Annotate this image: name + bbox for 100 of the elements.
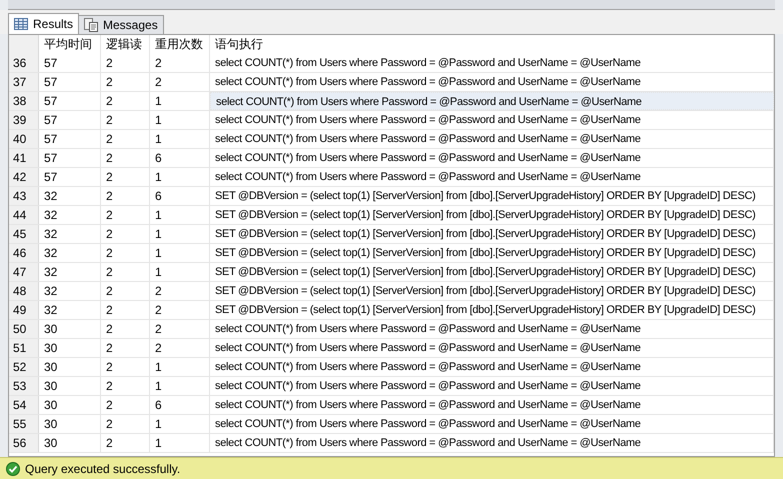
table-cell: 1 (150, 263, 210, 281)
table-cell: SET @DBVersion = (select top(1) [ServerVersion] from [dbo].[ServerUpgradeHistory] ORDER BY [UpgradeID] DESC) (210, 263, 774, 281)
table-cell: 2 (101, 320, 150, 338)
column-header[interactable]: 重用次数 (150, 35, 210, 54)
table-cell: 32 (39, 244, 101, 262)
table-cell: 2 (101, 377, 150, 395)
table-cell: 2 (150, 339, 210, 357)
table-cell: 57 (39, 111, 101, 129)
table-cell: 2 (101, 282, 150, 300)
table-cell: 57 (39, 168, 101, 186)
table-cell: 2 (101, 206, 150, 224)
table-cell: 2 (101, 301, 150, 319)
scroll-bar[interactable] (8, 0, 775, 10)
row-number: 40 (9, 130, 39, 148)
table-cell: 32 (39, 225, 101, 243)
table-cell: select COUNT(*) from Users where Password = @Password and UserName = @UserName (210, 415, 774, 433)
table-cell: 1 (150, 111, 210, 129)
tab[interactable]: Messages (79, 15, 164, 34)
table-cell: select COUNT(*) from Users where Password = @Password and UserName = @UserName (210, 396, 774, 414)
table-cell: 6 (150, 396, 210, 414)
tab[interactable]: Results (8, 13, 80, 34)
document-icon (84, 18, 98, 32)
table-cell: 1 (150, 434, 210, 452)
table-cell: 30 (39, 377, 101, 395)
table-cell: 2 (150, 73, 210, 91)
table-cell: 2 (101, 149, 150, 167)
table-cell: 1 (150, 358, 210, 376)
table-cell: 30 (39, 320, 101, 338)
table-cell: 1 (150, 225, 210, 243)
table-cell: 1 (150, 168, 210, 186)
table-cell: select COUNT(*) from Users where Password = @Password and UserName = @UserName (210, 358, 774, 376)
table-cell: select COUNT(*) from Users where Password = @Password and UserName = @UserName (210, 130, 774, 148)
table-cell: 32 (39, 187, 101, 205)
table-cell: 30 (39, 434, 101, 452)
table-cell: select COUNT(*) from Users where Password = @Password and UserName = @UserName (210, 73, 774, 91)
row-number: 53 (9, 377, 39, 395)
table-cell: SET @DBVersion = (select top(1) [ServerVersion] from [dbo].[ServerUpgradeHistory] ORDER BY [UpgradeID] DESC) (210, 301, 774, 319)
table-cell: 32 (39, 282, 101, 300)
table-cell: 2 (101, 339, 150, 357)
grid-icon (14, 18, 28, 30)
table-cell: 2 (101, 73, 150, 91)
table-cell: 6 (150, 187, 210, 205)
column-header[interactable]: 平均时间 (39, 35, 101, 54)
table-cell: 57 (39, 54, 101, 72)
table-cell: 2 (101, 92, 150, 110)
table-cell: SET @DBVersion = (select top(1) [ServerVersion] from [dbo].[ServerUpgradeHistory] ORDER BY [UpgradeID] DESC) (210, 225, 774, 243)
table-cell: select COUNT(*) from Users where Password = @Password and UserName = @UserName (210, 434, 774, 452)
table-cell: select COUNT(*) from Users where Password = @Password and UserName = @UserName (210, 377, 774, 395)
column-header[interactable]: 语句执行 (210, 35, 774, 54)
row-number: 56 (9, 434, 39, 452)
status-text: Query executed successfully. (25, 460, 180, 478)
table-cell: select COUNT(*) from Users where Password = @Password and UserName = @UserName (210, 168, 774, 186)
row-number: 36 (9, 54, 39, 72)
table-cell: 1 (150, 206, 210, 224)
row-number: 49 (9, 301, 39, 319)
table-cell: 57 (39, 73, 101, 91)
table-cell: 6 (150, 149, 210, 167)
table-cell: SET @DBVersion = (select top(1) [ServerVersion] from [dbo].[ServerUpgradeHistory] ORDER BY [UpgradeID] DESC) (210, 282, 774, 300)
row-number: 37 (9, 73, 39, 91)
table-cell: 2 (101, 396, 150, 414)
row-number: 48 (9, 282, 39, 300)
row-number: 50 (9, 320, 39, 338)
table-cell: 2 (101, 263, 150, 281)
table-cell: 2 (150, 282, 210, 300)
table-cell: 2 (101, 225, 150, 243)
table-cell: 30 (39, 358, 101, 376)
table-cell: 2 (101, 415, 150, 433)
row-number: 54 (9, 396, 39, 414)
table-cell: 2 (101, 168, 150, 186)
row-number: 39 (9, 111, 39, 129)
table-cell: SET @DBVersion = (select top(1) [ServerVersion] from [dbo].[ServerUpgradeHistory] ORDER BY [UpgradeID] DESC) (210, 244, 774, 262)
table-cell: 30 (39, 339, 101, 357)
table-cell: 57 (39, 130, 101, 148)
table-cell: 2 (101, 244, 150, 262)
table-cell: SET @DBVersion = (select top(1) [ServerVersion] from [dbo].[ServerUpgradeHistory] ORDER BY [UpgradeID] DESC) (210, 206, 774, 224)
table-cell: 1 (150, 377, 210, 395)
row-number: 55 (9, 415, 39, 433)
table-cell: select COUNT(*) from Users where Password = @Password and UserName = @UserName (210, 111, 774, 129)
table-cell: select COUNT(*) from Users where Password = @Password and UserName = @UserName (210, 339, 774, 357)
table-cell: 2 (150, 301, 210, 319)
column-header[interactable]: 逻辑读 (101, 35, 150, 54)
table-cell: select COUNT(*) from Users where Password = @Password and UserName = @UserName (210, 149, 774, 167)
row-number: 38 (9, 92, 39, 110)
table-cell: SET @DBVersion = (select top(1) [ServerVersion] from [dbo].[ServerUpgradeHistory] ORDER BY [UpgradeID] DESC) (210, 187, 774, 205)
success-icon (6, 462, 20, 476)
table-cell: 57 (39, 149, 101, 167)
table-cell: 2 (150, 54, 210, 72)
table-cell: 2 (101, 54, 150, 72)
row-number: 43 (9, 187, 39, 205)
corner-header[interactable] (9, 35, 39, 54)
table-cell: 1 (150, 244, 210, 262)
row-number: 41 (9, 149, 39, 167)
table-cell: select COUNT(*) from Users where Password = @Password and UserName = @UserName (210, 92, 774, 110)
table-cell: 2 (101, 434, 150, 452)
table-cell: 32 (39, 263, 101, 281)
row-number: 51 (9, 339, 39, 357)
row-number: 45 (9, 225, 39, 243)
table-cell: select COUNT(*) from Users where Password = @Password and UserName = @UserName (210, 320, 774, 338)
table-cell: 2 (101, 111, 150, 129)
table-cell: 1 (150, 130, 210, 148)
